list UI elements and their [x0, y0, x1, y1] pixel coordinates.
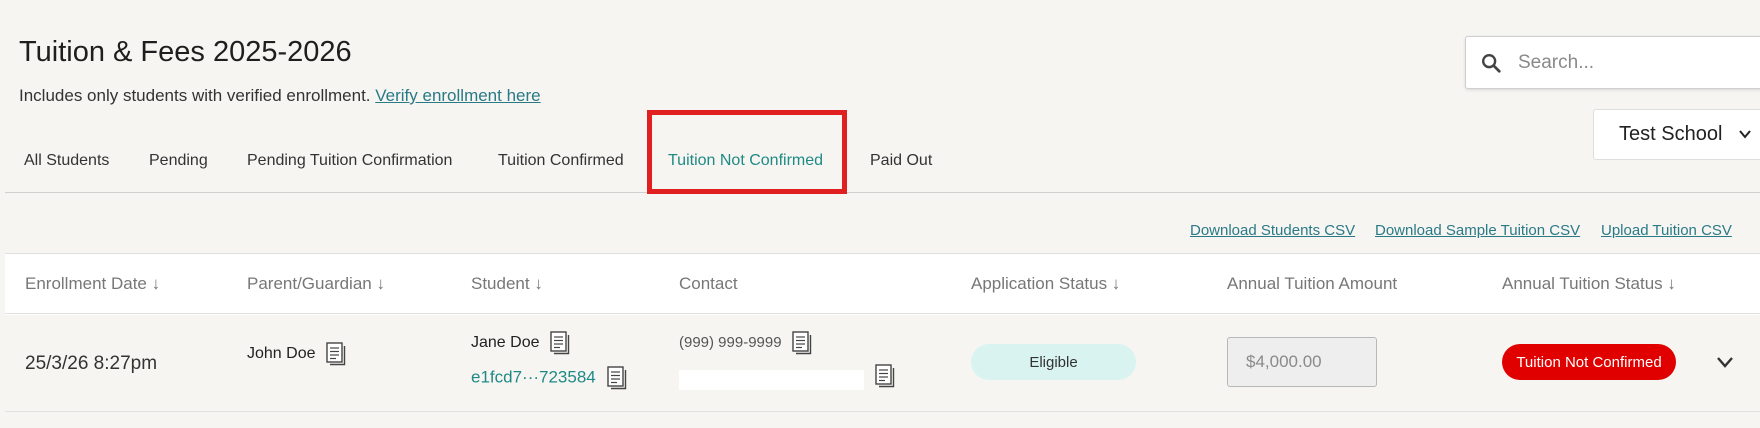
subtitle-text: Includes only students with verified enr… [19, 86, 371, 105]
status-tabs: All Students Pending Pending Tuition Con… [5, 143, 1760, 193]
column-header-student[interactable]: Student ↓ [471, 274, 543, 294]
tab-pending-tuition-confirmation[interactable]: Pending Tuition Confirmation [247, 152, 452, 170]
highlight-box [647, 110, 847, 194]
search-icon [1482, 53, 1501, 73]
student-id-cell: e1fcd7···723584 [471, 366, 627, 390]
verify-enrollment-link[interactable]: Verify enrollment here [375, 86, 540, 105]
search-box[interactable] [1465, 36, 1760, 89]
student-name: Jane Doe [471, 334, 540, 352]
column-header-annual-tuition-status[interactable]: Annual Tuition Status ↓ [1502, 274, 1676, 294]
page-subtitle: Includes only students with verified enr… [19, 86, 541, 106]
column-header-parent-guardian[interactable]: Parent/Guardian ↓ [247, 274, 385, 294]
search-input[interactable] [1518, 51, 1738, 74]
column-header-contact: Contact [679, 274, 738, 293]
page-title: Tuition & Fees 2025-2026 [19, 36, 352, 68]
phone-number: (999) 999-9999 [679, 333, 782, 351]
tuition-fees-page: Tuition & Fees 2025-2026 Includes only s… [0, 0, 1760, 428]
parent-name: John Doe [247, 345, 316, 363]
copy-document-icon[interactable] [792, 331, 812, 355]
column-header-annual-tuition-amount: Annual Tuition Amount [1227, 274, 1398, 293]
copy-document-icon[interactable] [550, 331, 570, 355]
email-copy-cell [875, 364, 895, 388]
copy-document-icon[interactable] [875, 364, 895, 388]
table-header: Enrollment Date ↓ Parent/Guardian ↓ Stud… [5, 254, 1760, 314]
download-sample-tuition-csv-link[interactable]: Download Sample Tuition CSV [1375, 222, 1580, 239]
copy-document-icon[interactable] [326, 342, 346, 366]
column-header-enrollment-date[interactable]: Enrollment Date ↓ [25, 274, 160, 294]
students-table: Enrollment Date ↓ Parent/Guardian ↓ Stud… [5, 253, 1760, 412]
tab-paid-out[interactable]: Paid Out [870, 152, 932, 170]
student-id-link[interactable]: e1fcd7···723584 [471, 367, 596, 386]
copy-document-icon[interactable] [606, 366, 627, 390]
application-status-badge: Eligible [971, 344, 1136, 380]
column-header-application-status[interactable]: Application Status ↓ [971, 274, 1120, 294]
tuition-status-badge: Tuition Not Confirmed [1502, 344, 1676, 380]
tab-all-students[interactable]: All Students [24, 152, 109, 170]
tab-tuition-confirmed[interactable]: Tuition Confirmed [498, 152, 624, 170]
chevron-down-icon [1739, 130, 1751, 139]
student-name-cell: Jane Doe [471, 331, 570, 355]
parent-cell: John Doe [247, 342, 346, 366]
table-row: 25/3/26 8:27pm John Doe Jane Doe e1fcd7·… [5, 315, 1760, 412]
phone-cell: (999) 999-9999 [679, 331, 812, 355]
tab-pending[interactable]: Pending [149, 152, 208, 170]
expand-row-chevron-icon[interactable] [1713, 350, 1737, 374]
annual-tuition-amount-input[interactable]: $4,000.00 [1227, 337, 1377, 387]
download-students-csv-link[interactable]: Download Students CSV [1190, 222, 1355, 239]
upload-tuition-csv-link[interactable]: Upload Tuition CSV [1601, 222, 1732, 239]
redacted-email [679, 370, 864, 390]
enrollment-date: 25/3/26 8:27pm [25, 353, 158, 374]
